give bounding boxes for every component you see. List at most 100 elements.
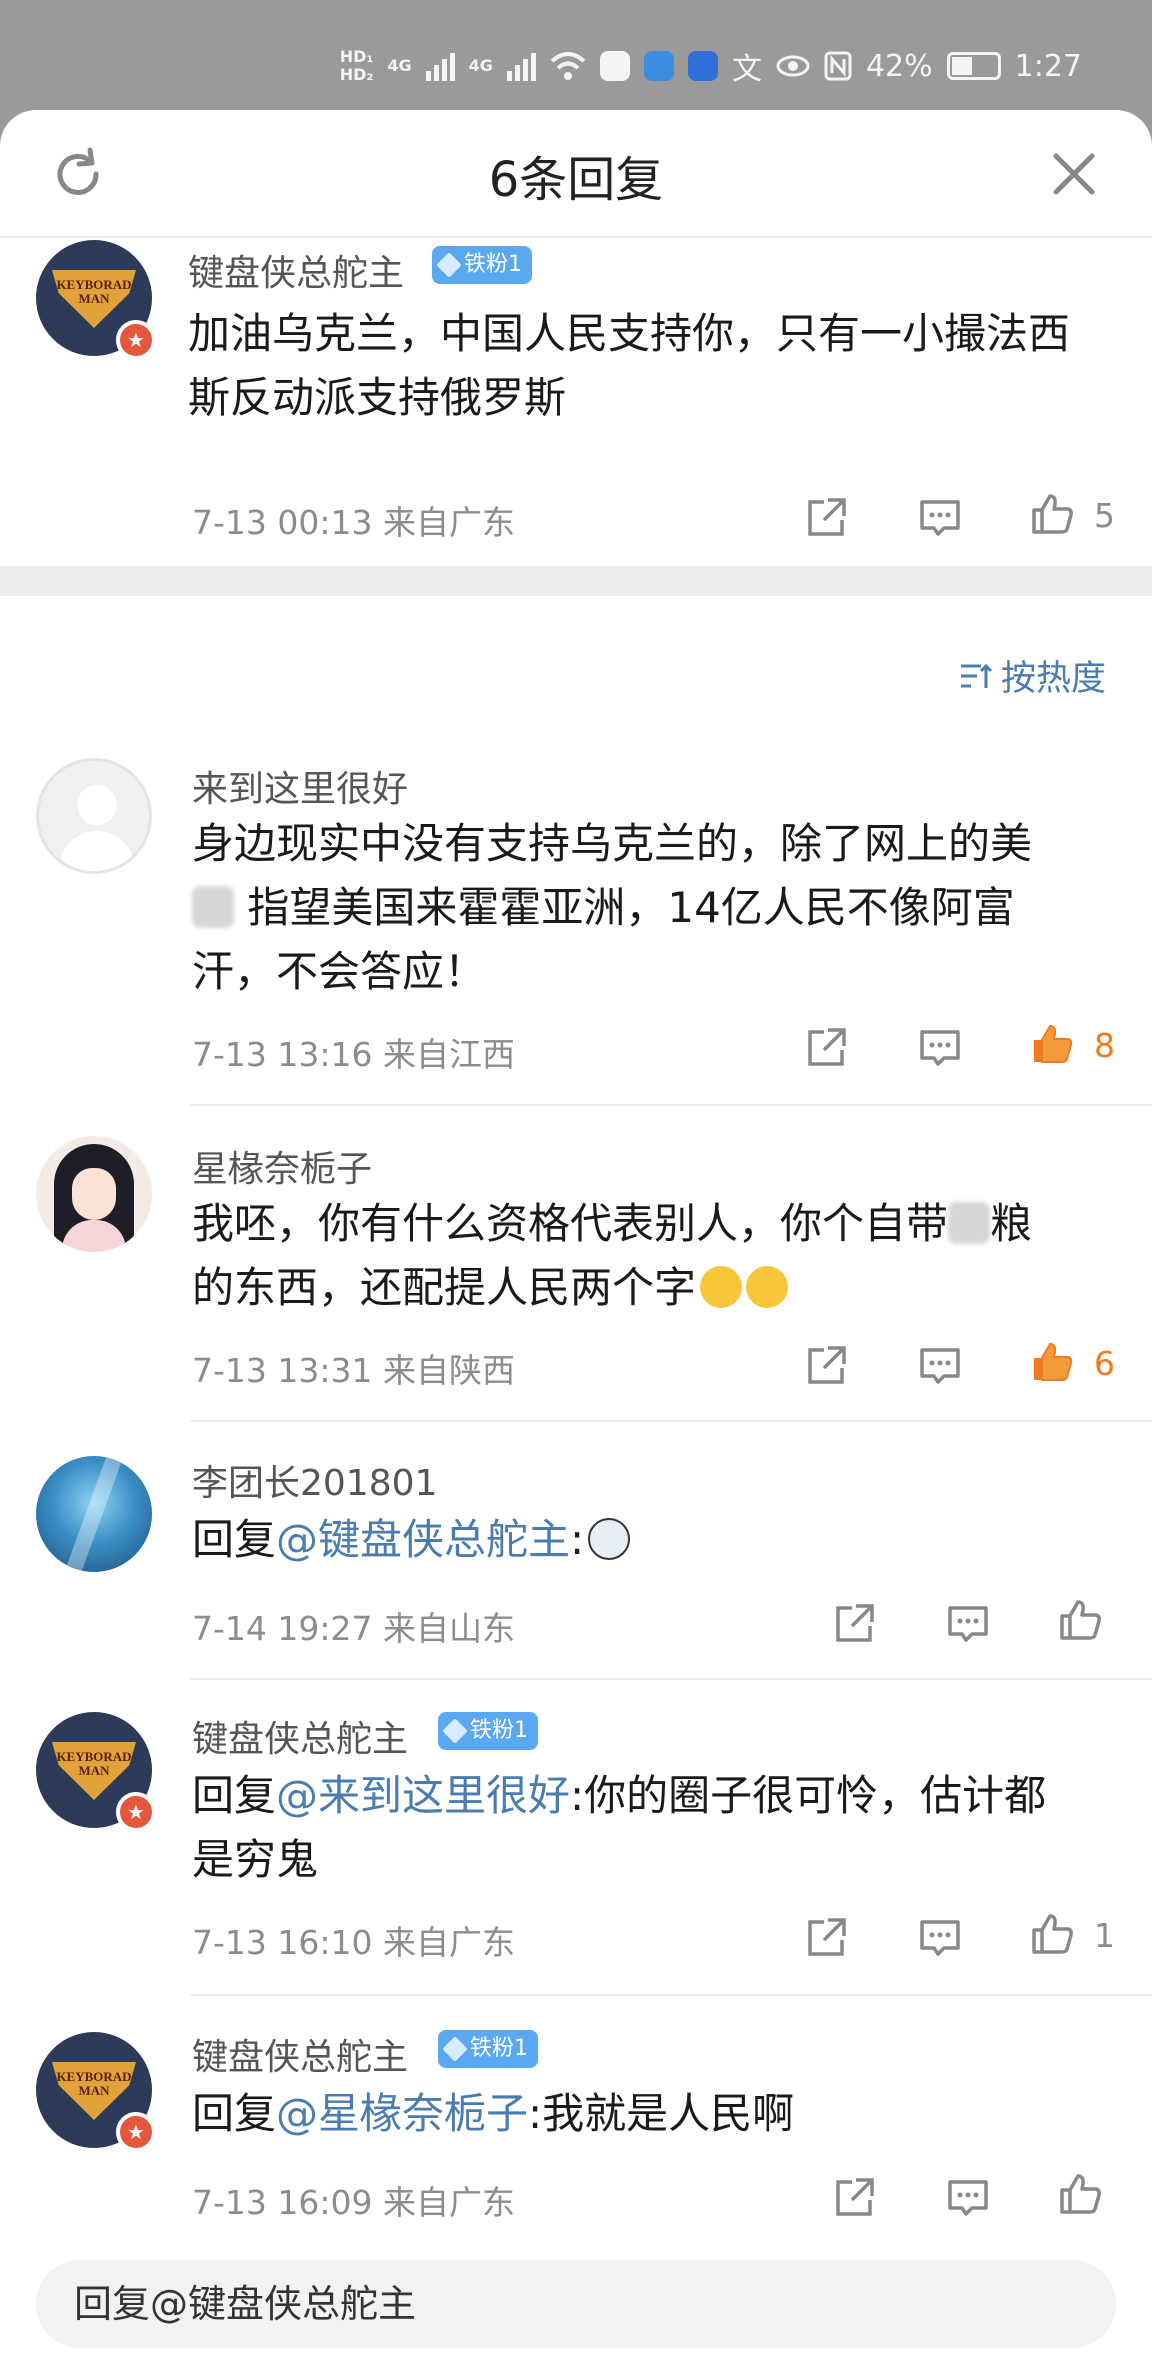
avatar-face [72,1168,116,1220]
battery-percent: 42% [865,48,933,84]
reply-username[interactable]: 来到这里很好 [192,760,408,812]
hd-indicators: HD₁ HD₂ [340,49,374,83]
reply-meta: 7-13 13:31 来自陕西 [192,1351,515,1390]
section-divider [0,566,1152,596]
share-icon[interactable] [830,2174,878,2222]
blurred-text [948,1202,991,1244]
reply-meta: 7-13 16:10 来自广东 [192,1923,515,1962]
reply-meta: 7-14 19:27 来自山东 [192,1609,515,1648]
replies-sheet: 6条回复 KEYBORAD MAN ★ 键盘侠总舵主 铁粉1 加油乌克兰，中国人民… [0,110,1152,2376]
like-count: 1 [1094,1916,1115,1955]
like-icon-active[interactable] [1028,1338,1076,1386]
diamond-icon [442,2036,468,2062]
status-icons: HD₁ HD₂ 4G 4G 文 42% 1:27 [340,44,1082,88]
reply-username[interactable]: 李团长201801 [192,1454,437,1506]
avatar-emblem-text: KEYBORAD MAN [56,1749,132,1778]
sort-label: 按热度 [1000,659,1106,699]
laugh-cry-emoji-icon [746,1266,789,1308]
avatar[interactable]: KEYBORAD MAN ★ [36,2032,156,2152]
comment-text: 加油乌克兰，中国人民支持你，只有一小撮法西斯反动派支持俄罗斯 [188,309,1071,422]
sheet-header: 6条回复 [0,110,1152,238]
panda-emoji-icon [588,1518,631,1560]
verified-badge-icon: ★ [116,2112,156,2152]
comment-icon[interactable] [944,2174,992,2222]
mention-link[interactable]: @键盘侠总舵主 [276,1515,570,1564]
status-bar: HD₁ HD₂ 4G 4G 文 42% 1:27 [0,0,1152,110]
reply-username[interactable]: 键盘侠总舵主 [192,2028,408,2080]
like-count: 5 [1094,496,1115,535]
message-icon [599,51,630,81]
avatar-emblem-text: KEYBORAD MAN [56,277,132,306]
signal-icon-2 [506,51,536,81]
avatar[interactable] [36,1456,152,1572]
like-count: 6 [1094,1344,1115,1383]
diamond-icon [442,1718,468,1744]
like-icon-active[interactable] [1028,1020,1076,1068]
avatar[interactable]: KEYBORAD MAN ★ [36,1712,156,1832]
avatar-emblem-text: KEYBORAD MAN [56,2069,132,2098]
fan-badge: 铁粉1 [432,246,532,284]
verified-badge-icon: ★ [116,320,156,360]
comment-icon[interactable] [916,1342,964,1390]
share-icon[interactable] [802,1914,850,1962]
comment-username[interactable]: 键盘侠总舵主 [188,244,404,296]
comment-icon[interactable] [916,1914,964,1962]
nfc-icon [824,51,852,81]
verified-badge-icon: ★ [116,1792,156,1832]
blurred-text [192,886,234,928]
reply-meta: 7-13 16:09 来自广东 [192,2183,515,2222]
like-icon[interactable] [1028,1910,1076,1958]
share-icon[interactable] [802,1342,850,1390]
app-icon-2 [687,51,718,81]
default-avatar-body [59,831,135,871]
like-icon[interactable] [1028,490,1076,538]
reply-text: 身边现实中没有支持乌克兰的，除了网上的美 指望美国来霍霍亚洲，14亿人民不像阿富… [192,819,1033,996]
default-avatar-head [77,785,117,825]
network-label-2: 4G [468,56,493,75]
sort-toggle[interactable]: 按热度 [957,650,1106,701]
comment-icon[interactable] [916,1024,964,1072]
avatar[interactable] [36,758,152,874]
comment-meta: 7-13 00:13 来自广东 [192,503,515,542]
like-icon[interactable] [1056,2170,1104,2218]
mention-link[interactable]: @星椽奈栀子 [276,2089,528,2138]
fan-badge: 铁粉1 [438,1712,538,1750]
translate-icon: 文 [731,52,762,87]
network-label-1: 4G [387,56,412,75]
avatar[interactable] [36,1136,152,1252]
clock: 1:27 [1014,48,1082,84]
wifi-icon [550,52,586,80]
signal-icon-1 [425,51,455,81]
reply-meta: 7-13 13:16 来自江西 [192,1035,515,1074]
divider [190,1994,1152,1996]
avatar[interactable]: KEYBORAD MAN ★ [36,240,156,360]
reply-text: 我呸，你有什么资格代表别人，你个自带粮 的东西，还配提人民两个字 [192,1199,1033,1312]
share-icon[interactable] [802,494,850,542]
reply-username[interactable]: 星椽奈栀子 [192,1140,372,1192]
avatar-light-ray [66,1456,122,1572]
laugh-cry-emoji-icon [700,1266,743,1308]
fan-badge: 铁粉1 [438,2030,538,2068]
like-icon[interactable] [1056,1596,1104,1644]
mention-link[interactable]: @来到这里很好 [276,1771,570,1820]
diamond-icon [436,252,462,278]
comment-icon[interactable] [916,494,964,542]
reply-text: 回复@星椽奈栀子:我就是人民啊 [192,2089,795,2138]
divider [190,1420,1152,1422]
reply-username[interactable]: 键盘侠总舵主 [192,1710,408,1762]
battery-icon [946,52,1001,80]
divider [190,1678,1152,1680]
comment-icon[interactable] [944,1600,992,1648]
divider [190,1104,1152,1106]
share-icon[interactable] [830,1600,878,1648]
sort-icon [960,663,993,688]
reply-input[interactable]: 回复@键盘侠总舵主 [36,2260,1116,2348]
reply-text: 回复@来到这里很好:你的圈子很可怜，估计都 是穷鬼 [192,1771,1047,1884]
close-icon[interactable] [1046,146,1102,202]
share-icon[interactable] [802,1024,850,1072]
like-count: 8 [1094,1026,1115,1065]
hd1-label: HD₁ [339,47,374,66]
hd2-label: HD₂ [339,65,374,84]
page-title: 6条回复 [488,152,664,208]
eye-icon [776,55,810,77]
